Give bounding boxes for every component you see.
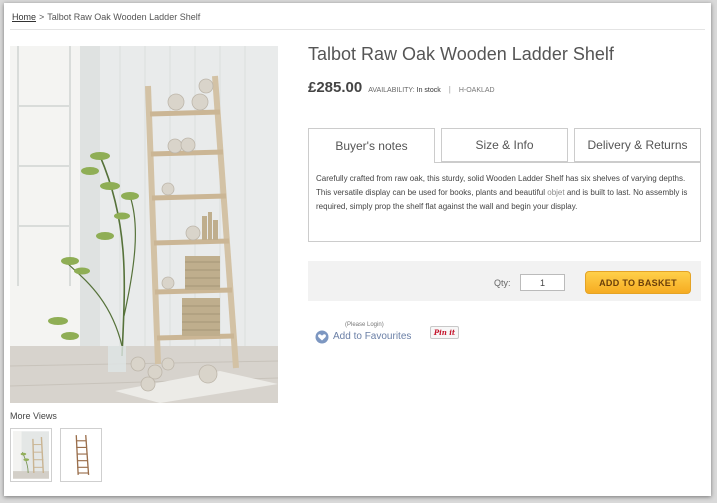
availability-label: AVAILABILITY: (368, 87, 415, 94)
breadcrumb-current: Talbot Raw Oak Wooden Ladder Shelf (47, 12, 201, 22)
header-divider (10, 29, 705, 30)
thumbnail-room-photo[interactable] (10, 428, 52, 482)
heart-icon[interactable] (315, 330, 329, 344)
add-to-basket-button[interactable]: ADD TO BASKET (585, 271, 691, 294)
breadcrumb: Home > Talbot Raw Oak Wooden Ladder Shelf (12, 12, 200, 22)
more-views-label: More Views (10, 411, 57, 421)
tab-size-info[interactable]: Size & Info (441, 128, 568, 162)
breadcrumb-home-link[interactable]: Home (12, 12, 36, 22)
pin-it-button[interactable]: Pin it (430, 326, 459, 339)
qty-input[interactable] (520, 274, 565, 291)
price-row: £285.00 AVAILABILITY: In stock | H-OAKLA… (308, 79, 495, 96)
please-login-note: (Please Login) (345, 322, 384, 328)
breadcrumb-separator: > (39, 12, 45, 22)
tab-buyers-notes[interactable]: Buyer's notes (308, 128, 435, 163)
ladder-shelf-thumbnail (63, 431, 99, 479)
qty-label: Qty: (494, 278, 511, 288)
availability: AVAILABILITY: In stock (368, 87, 441, 94)
product-price: £285.00 (308, 79, 363, 96)
ladder-shelf-photo (10, 46, 278, 403)
availability-value: In stock (416, 87, 441, 94)
price-row-separator: | (448, 85, 451, 94)
product-title: Talbot Raw Oak Wooden Ladder Shelf (308, 44, 614, 64)
add-to-basket-bar: Qty: ADD TO BASKET (308, 261, 701, 301)
tab-delivery-returns[interactable]: Delivery & Returns (574, 128, 701, 162)
description-objet-link[interactable]: objet (547, 188, 564, 197)
room-photo-thumbnail (13, 431, 49, 479)
tab-panel-buyers-notes: Carefully crafted from raw oak, this stu… (308, 162, 701, 242)
product-sku: H-OAKLAD (458, 87, 495, 94)
product-tabs: Buyer's notes Size & Info Delivery & Ret… (308, 128, 701, 163)
add-to-favourites-link[interactable]: Add to Favourites (333, 331, 411, 342)
main-product-image[interactable] (10, 46, 278, 403)
thumbnail-ladder-shelf[interactable] (60, 428, 102, 482)
page-frame: Home > Talbot Raw Oak Wooden Ladder Shelf (4, 3, 711, 496)
